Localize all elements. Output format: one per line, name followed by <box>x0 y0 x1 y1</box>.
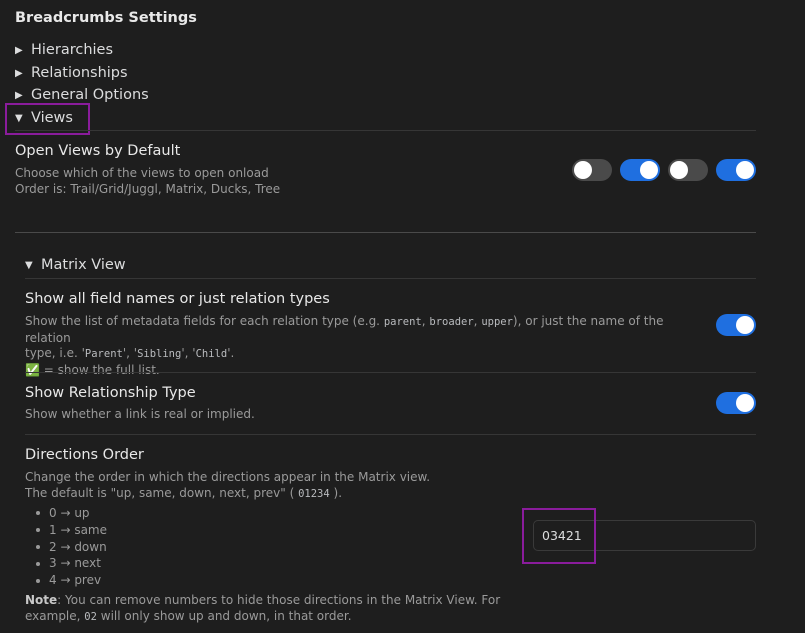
bullet-icon <box>36 544 40 549</box>
desc-text: will only show up and down, in that orde… <box>100 608 352 623</box>
code-upper: upper <box>481 316 513 328</box>
desc-text: ', ' <box>122 346 138 360</box>
desc-line: ✅ = show the full list. <box>25 362 160 377</box>
desc-text: '. <box>227 346 235 360</box>
setting-name: Show Relationship Type <box>25 385 196 401</box>
list-item-text: 4 → prev <box>49 573 102 588</box>
divider <box>25 278 756 279</box>
divider <box>15 232 756 233</box>
code-type-parent: Parent <box>84 348 123 360</box>
toggle-tree[interactable] <box>716 159 756 181</box>
tree-item-label: General Options <box>31 87 149 103</box>
directions-note: Note: You can remove numbers to hide tho… <box>25 593 525 625</box>
section-heading-label: Matrix View <box>41 257 126 273</box>
setting-description: Show the list of metadata fields for eac… <box>25 314 705 378</box>
tree-item-label: Hierarchies <box>31 42 114 58</box>
matrix-view-heading[interactable]: ▼ Matrix View <box>25 257 126 273</box>
caret-right-icon: ▶ <box>15 67 23 79</box>
toggle-knob <box>670 161 688 179</box>
highlight-box <box>522 508 596 564</box>
list-item-text: 1 → same <box>49 522 107 537</box>
tree-item-relationships[interactable]: ▶ Relationships <box>15 65 128 81</box>
toggle-matrix[interactable] <box>620 159 660 181</box>
list-item: 1 → same <box>36 522 107 539</box>
bullet-icon <box>36 561 40 566</box>
tree-item-hierarchies[interactable]: ▶ Hierarchies <box>15 42 113 58</box>
desc-text: ). <box>333 485 343 500</box>
desc-text: example, <box>25 608 81 623</box>
toggle-knob <box>736 316 754 334</box>
page-title: Breadcrumbs Settings <box>15 10 197 26</box>
toggle-trail-grid-juggl[interactable] <box>572 159 612 181</box>
caret-right-icon: ▶ <box>15 44 23 56</box>
divider <box>15 130 756 131</box>
desc-line: Order is: Trail/Grid/Juggl, Matrix, Duck… <box>15 181 281 196</box>
code-parent: parent <box>383 316 422 328</box>
toggle-knob <box>574 161 592 179</box>
bullet-icon <box>36 511 40 516</box>
desc-text: ', ' <box>181 346 196 360</box>
bullet-icon <box>36 578 40 583</box>
desc-line: Choose which of the views to open onload <box>15 166 269 180</box>
desc-text: The default is "up, same, down, next, pr… <box>25 485 295 500</box>
note-label: Note <box>25 593 58 607</box>
setting-description: Choose which of the views to open onload… <box>15 166 280 197</box>
desc-line: Note: You can remove numbers to hide tho… <box>25 593 525 609</box>
list-item: 2 → down <box>36 539 107 556</box>
setting-name: Open Views by Default <box>15 143 181 159</box>
desc-text: type, i.e. ' <box>25 346 85 360</box>
list-item-text: 2 → down <box>49 539 107 554</box>
toggle-knob <box>640 161 658 179</box>
code-default-order: 01234 <box>298 487 330 500</box>
desc-line: example, 02 will only show up and down, … <box>25 609 525 626</box>
toggle-knob <box>736 394 754 412</box>
desc-line: Change the order in which the directions… <box>25 470 431 484</box>
desc-text: : You can remove numbers to hide those d… <box>57 593 501 607</box>
setting-description: Change the order in which the directions… <box>25 470 430 502</box>
desc-text: Show the list of metadata fields for eac… <box>25 314 380 328</box>
list-item-text: 3 → next <box>49 556 101 571</box>
setting-description: Show whether a link is real or implied. <box>25 407 255 421</box>
tree-item-general-options[interactable]: ▶ General Options <box>15 87 149 103</box>
divider <box>25 372 756 373</box>
directions-list: 0 → up 1 → same 2 → down 3 → next 4 → pr… <box>36 505 107 589</box>
toggle-knob <box>736 161 754 179</box>
divider <box>25 434 756 435</box>
caret-down-icon: ▼ <box>25 259 33 271</box>
code-type-child: Child <box>195 348 228 360</box>
toggle-ducks[interactable] <box>668 159 708 181</box>
code-type-sibling: Sibling <box>137 348 182 360</box>
setting-name: Directions Order <box>25 447 144 463</box>
setting-name: Show all field names or just relation ty… <box>25 291 330 307</box>
toggle-show-field-names[interactable] <box>716 314 756 336</box>
list-item-text: 0 → up <box>49 506 90 520</box>
desc-line: type, i.e. 'Parent', 'Sibling', 'Child'. <box>25 346 705 363</box>
desc-line: The default is "up, same, down, next, pr… <box>25 486 430 503</box>
list-item: 0 → up <box>36 505 107 522</box>
list-item: 4 → prev <box>36 572 107 589</box>
bullet-icon <box>36 528 40 533</box>
toggle-show-relationship-type[interactable] <box>716 392 756 414</box>
code-broader: broader <box>429 316 474 328</box>
tree-item-label: Relationships <box>31 65 128 81</box>
caret-right-icon: ▶ <box>15 89 23 101</box>
list-item: 3 → next <box>36 555 107 572</box>
code-example-order: 02 <box>84 610 97 623</box>
desc-line: Show the list of metadata fields for eac… <box>25 314 664 345</box>
